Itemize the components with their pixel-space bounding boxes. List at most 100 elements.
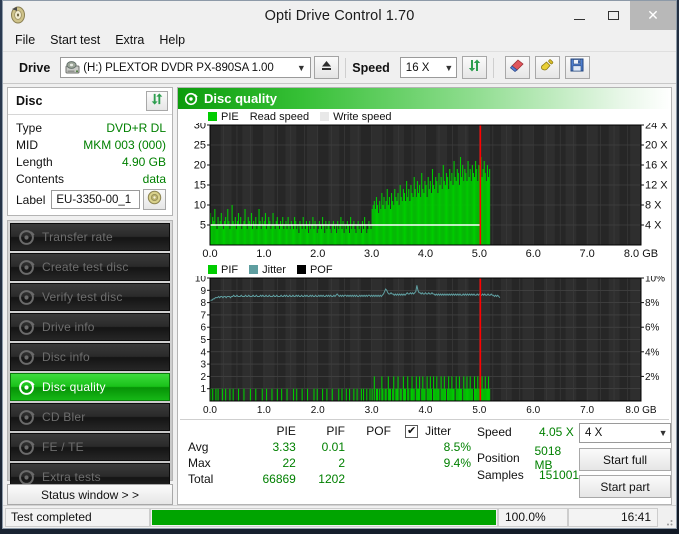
disc-refresh-button[interactable] (146, 91, 168, 111)
sidebar-item-label: Verify test disc (42, 290, 123, 304)
svg-text:5.0: 5.0 (472, 405, 486, 416)
chevron-down-icon: ▼ (296, 62, 306, 73)
menu-item-file[interactable]: File (11, 31, 44, 50)
svg-text:10%: 10% (645, 276, 665, 285)
drive-toolbar: Drive (H:) PLEXTOR DVDR PX-890SA 1.00 ▼ (3, 52, 676, 84)
panel-title: Disc quality (204, 91, 277, 106)
disc-test-icon (18, 259, 35, 276)
svg-text:10: 10 (195, 276, 207, 285)
svg-text:30: 30 (194, 123, 206, 132)
drive-value: (H:) PLEXTOR DVDR PX-890SA 1.00 (83, 61, 274, 74)
test-speed-select[interactable]: 4 X ▼ (579, 423, 672, 443)
minimize-button[interactable] (562, 1, 596, 30)
cell-jitter (420, 471, 473, 487)
disc-test-icon (18, 289, 35, 306)
disc-label-row: Label EU-3350-00_1 (16, 189, 166, 210)
jitter-checkbox-cell[interactable]: ✔ (393, 423, 420, 439)
sidebar-item-drive-info[interactable]: Drive info (10, 313, 170, 341)
table-row-total: Total 66869 1202 (180, 471, 473, 487)
svg-text:15: 15 (194, 180, 206, 192)
sidebar-item-disc-info[interactable]: Disc info (10, 343, 170, 371)
sidebar-item-label: CD Bler (42, 410, 86, 424)
erase-button[interactable] (504, 56, 530, 79)
chevron-down-icon: ▼ (444, 62, 454, 73)
sidebar-item-disc-quality[interactable]: Disc quality (10, 373, 170, 401)
disc-test-icon (184, 92, 198, 106)
svg-text:7.0: 7.0 (579, 248, 594, 260)
disc-info-panel: Disc Type DVD+R DL MID MKM 003 (000) Len… (7, 87, 173, 216)
drive-select[interactable]: (H:) PLEXTOR DVDR PX-890SA 1.00 ▼ (60, 57, 312, 78)
legend-item-read-speed: Read speed (250, 111, 309, 123)
disc-test-icon (18, 469, 35, 486)
save-button[interactable] (564, 56, 590, 79)
svg-text:7.0: 7.0 (580, 405, 594, 416)
disc-cd-button[interactable] (143, 189, 166, 210)
status-message: Test completed (5, 507, 150, 527)
desktop-background: Opti Drive Control 1.70 ✕ File Start tes… (0, 0, 679, 534)
legend-item-pif: PIF (208, 264, 238, 276)
application-window: Opti Drive Control 1.70 ✕ File Start tes… (2, 0, 677, 529)
status-window-button[interactable]: Status window > > (7, 484, 173, 505)
plug-icon (539, 58, 555, 78)
plug-button[interactable] (534, 56, 560, 79)
disc-row-value: data (142, 171, 166, 186)
readout-value: 151001 (539, 467, 580, 482)
toolbar-divider-1 (345, 57, 347, 78)
svg-text:4.0: 4.0 (418, 248, 433, 260)
disc-panel-header: Disc (8, 88, 172, 115)
legend-label: PIE (221, 110, 239, 123)
sidebar-item-create-test-disc[interactable]: Create test disc (10, 253, 170, 281)
legend-item-pof: POF (296, 264, 333, 276)
sidebar-item-verify-test-disc[interactable]: Verify test disc (10, 283, 170, 311)
sidebar-item-label: Extra tests (42, 470, 101, 484)
save-icon (570, 58, 584, 77)
cell-pif: 2 (338, 456, 345, 470)
eject-button[interactable] (314, 56, 340, 79)
statistics-table: PIE PIF POF ✔ Jitter Avg 3.33 0.01 8.5% … (180, 423, 473, 487)
readout-speed: Speed 4.05 X (477, 423, 579, 440)
disc-label-input[interactable]: EU-3350-00_1 (51, 190, 140, 209)
progress-fill (152, 509, 496, 525)
disc-row-value: 4.90 GB (121, 154, 166, 169)
svg-text:2.0: 2.0 (310, 248, 325, 260)
maximize-button[interactable] (596, 1, 630, 30)
sidebar-item-transfer-rate[interactable]: Transfer rate (10, 223, 170, 251)
eject-icon (320, 59, 333, 77)
table-row-avg: Avg 3.33 0.01 8.5% (180, 439, 473, 455)
pie-plot-area: 5 10 15 20 25 30 4 X 8 X 12 X 16 X 20 X 24 X 0.0 1.0 2… (180, 123, 669, 263)
disc-row-value: DVD+R DL (106, 120, 166, 135)
sidebar-item-fe-te[interactable]: FE / TE (10, 433, 170, 461)
menu-item-help[interactable]: Help (155, 31, 194, 50)
sidebar-item-label: Transfer rate (42, 230, 113, 244)
speed-value: 16 X (405, 61, 430, 74)
legend-item-pie: PIE (208, 111, 239, 123)
readout-area: Speed 4.05 X Position 5018 MB Samples 15… (473, 423, 672, 502)
svg-text:8.0 GB: 8.0 GB (625, 405, 656, 416)
disc-label-key: Label (16, 192, 46, 207)
sidebar-item-cd-bler[interactable]: CD Bler (10, 403, 170, 431)
svg-text:8%: 8% (645, 298, 660, 309)
close-button[interactable]: ✕ (630, 1, 676, 30)
pie-chart: PIE Read speed Write speed 5 10 15 20 25 (180, 110, 669, 263)
svg-text:2%: 2% (645, 372, 660, 383)
disc-row-key: Type (16, 120, 43, 135)
refresh-button[interactable] (461, 56, 487, 79)
disc-row-key: MID (16, 137, 38, 152)
sidebar-item-label: Disc info (42, 350, 90, 364)
row-key: Max (188, 456, 211, 470)
start-full-button[interactable]: Start full (579, 448, 672, 471)
disc-row-length: Length 4.90 GB (16, 153, 166, 170)
readout-key: Position (477, 450, 520, 465)
readout-samples: Samples 151001 (477, 466, 579, 483)
menu-item-extra[interactable]: Extra (111, 31, 153, 50)
start-part-button[interactable]: Start part (579, 475, 672, 498)
menu-item-start-test[interactable]: Start test (46, 31, 109, 50)
speed-select[interactable]: 16 X ▼ (399, 57, 457, 78)
jitter-checkbox[interactable]: ✔ (405, 425, 419, 439)
svg-text:6.0: 6.0 (526, 248, 541, 260)
svg-text:6.0: 6.0 (526, 405, 540, 416)
right-column: Disc quality PIE Read speed Write speed … (177, 87, 672, 505)
svg-text:10: 10 (194, 200, 206, 212)
svg-text:6: 6 (200, 323, 206, 334)
resize-grip-icon[interactable] (658, 508, 674, 527)
